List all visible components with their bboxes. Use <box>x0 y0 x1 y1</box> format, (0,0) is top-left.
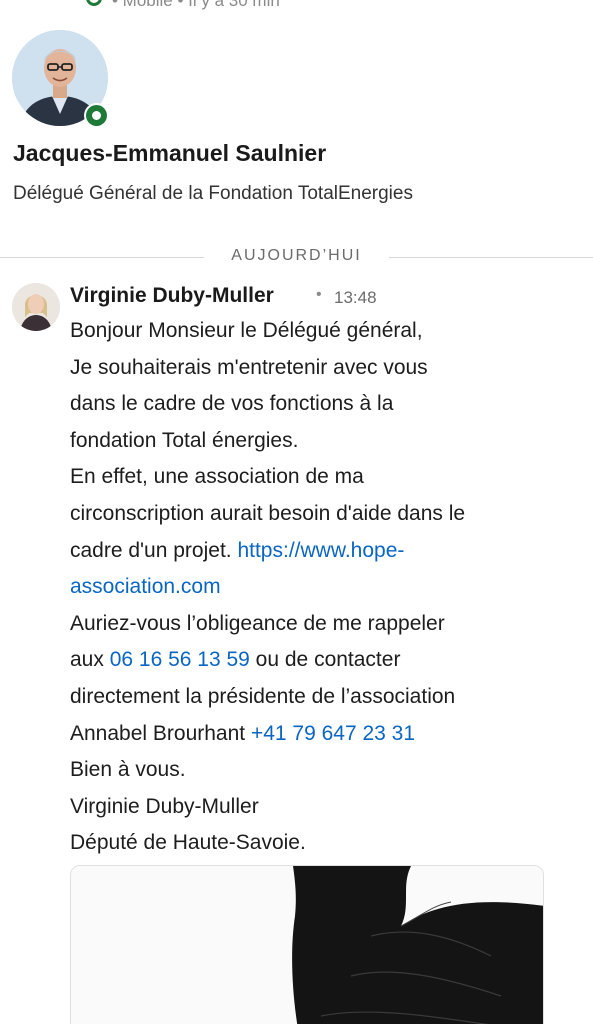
message-line: cadre d'un projet. https://www.hope- <box>70 533 570 570</box>
message-line: Auriez-vous l’obligeance de me rappeler <box>70 611 445 635</box>
date-divider: AUJOURD’HUI <box>0 247 593 267</box>
message-text: cadre d'un projet. <box>70 538 238 562</box>
message-line: aux 06 16 56 13 59 ou de contacter <box>70 642 570 679</box>
message-line: Annabel Brourhant +41 79 647 23 31 <box>70 716 570 753</box>
website-link[interactable]: https://www.hope- <box>237 539 404 562</box>
phone-link[interactable]: +41 79 647 23 31 <box>251 722 415 745</box>
message-line: Député de Haute-Savoie. <box>70 831 306 855</box>
message-timestamp: 13:48 <box>334 288 377 307</box>
online-status-icon <box>86 0 102 6</box>
profile-headline: Délégué Général de la Fondation TotalEne… <box>13 183 413 204</box>
divider-line <box>389 257 593 258</box>
message-body: Bonjour Monsieur le Délégué général, Je … <box>70 313 570 862</box>
online-indicator-icon <box>84 103 109 128</box>
message-line: Virginie Duby-Muller <box>70 794 259 818</box>
message-text: Annabel Brourhant <box>70 721 251 745</box>
website-link-continued[interactable]: association.com <box>70 575 221 598</box>
message-line: directement la présidente de l’associati… <box>70 684 456 708</box>
image-attachment[interactable] <box>70 865 544 1024</box>
date-divider-label: AUJOURD’HUI <box>231 247 362 264</box>
message-line: Je souhaiterais m'entretenir avec vous <box>70 355 428 379</box>
presence-status: • Mobile • Il y a 30 min <box>0 0 593 14</box>
message-line: association.com <box>70 569 570 606</box>
time-separator: • <box>316 286 322 303</box>
message-line: fondation Total énergies. <box>70 428 299 452</box>
presence-status-text: • Mobile • Il y a 30 min <box>112 0 280 10</box>
message-text: ou de contacter <box>249 648 401 672</box>
profile-name[interactable]: Jacques-Emmanuel Saulnier <box>13 140 326 167</box>
message-text: aux <box>70 648 110 672</box>
sender-photo <box>12 283 60 331</box>
message-line: Bonjour Monsieur le Délégué général, <box>70 319 423 342</box>
message-sender-name[interactable]: Virginie Duby-Muller <box>70 284 274 308</box>
phone-link[interactable]: 06 16 56 13 59 <box>110 648 250 671</box>
sender-avatar[interactable] <box>12 283 60 331</box>
message-line: Bien à vous. <box>70 758 186 782</box>
divider-line <box>0 257 204 258</box>
message-line: dans le cadre de vos fonctions à la <box>70 392 394 416</box>
message-line: En effet, une association de ma <box>70 465 364 489</box>
attachment-image <box>71 866 543 1024</box>
message-line: circonscription aurait besoin d'aide dan… <box>70 501 466 525</box>
